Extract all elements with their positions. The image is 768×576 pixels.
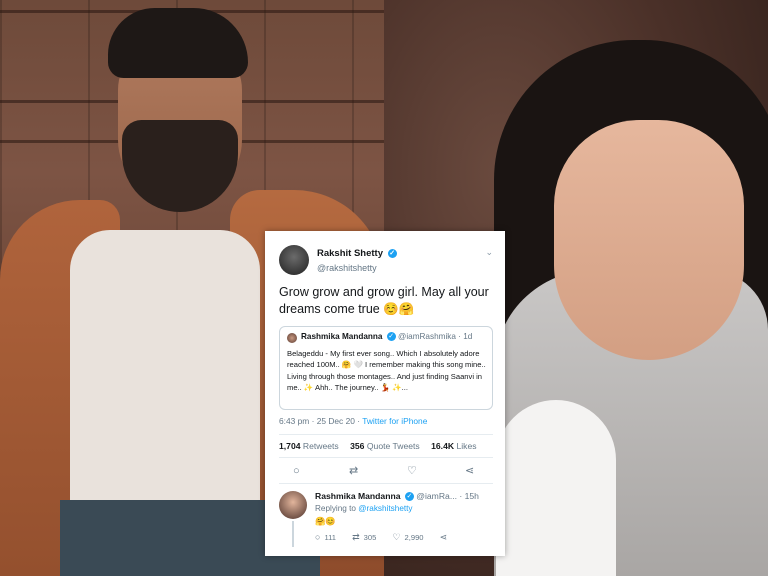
- tweet-text: Grow grow and grow girl. May all your dr…: [279, 285, 489, 316]
- reply-icon[interactable]: ○: [293, 464, 300, 478]
- replying-to-prefix: Replying to: [315, 504, 359, 513]
- quote-tweets-label: Quote Tweets: [366, 441, 420, 451]
- reply-count: 111: [324, 533, 336, 542]
- like-icon: ♡: [392, 532, 401, 542]
- white-sleeve: [496, 400, 616, 576]
- tweet-actions: ○ ⇄ ♡ ⋖: [293, 464, 483, 478]
- reply-tweet[interactable]: Rashmika Mandanna ✓ @iamRa... · 15h Repl…: [279, 487, 497, 551]
- quoted-tweet[interactable]: Rashmika Mandanna ✓ @iamRashmika · 1d Be…: [279, 326, 493, 410]
- reply-author-row: Rashmika Mandanna ✓ @iamRa... · 15h: [315, 491, 479, 502]
- tweet-card: Rakshit Shetty ✓ @rakshitshetty ⌄ Grow g…: [265, 231, 505, 556]
- retweets-label: Retweets: [302, 441, 339, 451]
- retweets-stat[interactable]: 1,704 Retweets: [279, 441, 339, 451]
- reply-like-button[interactable]: ♡ 2,990: [392, 532, 424, 542]
- quoted-author-avatar: [287, 333, 297, 343]
- tweet-stats: 1,704 Retweets 356 Quote Tweets 16.4K Li…: [279, 441, 486, 451]
- divider: [279, 457, 493, 458]
- smiling-face: [554, 120, 744, 360]
- likes-stat[interactable]: 16.4K Likes: [431, 441, 476, 451]
- quoted-tweet-text: Belageddu - My first ever song.. Which I…: [287, 349, 486, 393]
- tweet-source-link[interactable]: Twitter for iPhone: [362, 416, 427, 426]
- reply-reply-button[interactable]: ○ 111: [315, 532, 336, 542]
- verified-badge-icon: ✓: [387, 248, 397, 258]
- quoted-author-handle: @iamRashmika · 1d: [398, 332, 473, 341]
- t-shirt: [70, 230, 260, 530]
- thread-line: [292, 521, 294, 547]
- verified-badge-icon: ✓: [386, 332, 396, 342]
- quoted-author-row: Rashmika Mandanna ✓ @iamRashmika · 1d: [301, 332, 473, 342]
- like-icon[interactable]: ♡: [407, 464, 417, 478]
- chevron-down-icon[interactable]: ⌄: [485, 247, 493, 258]
- like-count: 2,990: [404, 533, 424, 542]
- reply-retweet-button[interactable]: ⇄ 305: [352, 532, 377, 542]
- share-icon: ⋖: [439, 532, 448, 542]
- divider: [279, 483, 493, 484]
- reply-text: 🤗😊: [315, 516, 336, 526]
- author-avatar[interactable]: [279, 245, 309, 275]
- retweet-icon[interactable]: ⇄: [349, 464, 358, 478]
- retweet-icon: ⇄: [352, 532, 360, 542]
- beard: [122, 120, 238, 212]
- author-name[interactable]: Rakshit Shetty: [317, 248, 383, 259]
- verified-badge-icon: ✓: [404, 492, 414, 502]
- retweet-count: 305: [363, 533, 377, 542]
- reply-author-handle[interactable]: @iamRa... · 15h: [416, 491, 479, 501]
- quote-tweets-count: 356: [350, 441, 365, 451]
- reply-share-button[interactable]: ⋖: [439, 532, 452, 542]
- quote-tweets-stat[interactable]: 356 Quote Tweets: [350, 441, 420, 451]
- divider: [279, 434, 493, 435]
- replying-to-link[interactable]: @rakshitshetty: [358, 504, 412, 513]
- reply-actions: ○ 111 ⇄ 305 ♡ 2,990 ⋖: [315, 532, 465, 543]
- tweet-meta: 6:43 pm · 25 Dec 20 · Twitter for iPhone: [279, 416, 427, 426]
- author-handle[interactable]: @rakshitshetty: [317, 263, 377, 273]
- tweet-header: Rakshit Shetty ✓ @rakshitshetty ⌄: [279, 245, 495, 281]
- tweet-timestamp[interactable]: 6:43 pm · 25 Dec 20 ·: [279, 416, 362, 426]
- hair: [108, 8, 248, 78]
- author-name-row[interactable]: Rakshit Shetty ✓: [317, 248, 397, 259]
- reply-icon: ○: [315, 532, 321, 542]
- share-icon[interactable]: ⋖: [465, 464, 474, 478]
- likes-count: 16.4K: [431, 441, 455, 451]
- quoted-author-name: Rashmika Mandanna: [301, 332, 383, 341]
- retweets-count: 1,704: [279, 441, 301, 451]
- reply-author-avatar[interactable]: [279, 491, 307, 519]
- likes-label: Likes: [456, 441, 477, 451]
- reply-author-name[interactable]: Rashmika Mandanna: [315, 491, 400, 501]
- replying-to: Replying to @rakshitshetty: [315, 504, 413, 513]
